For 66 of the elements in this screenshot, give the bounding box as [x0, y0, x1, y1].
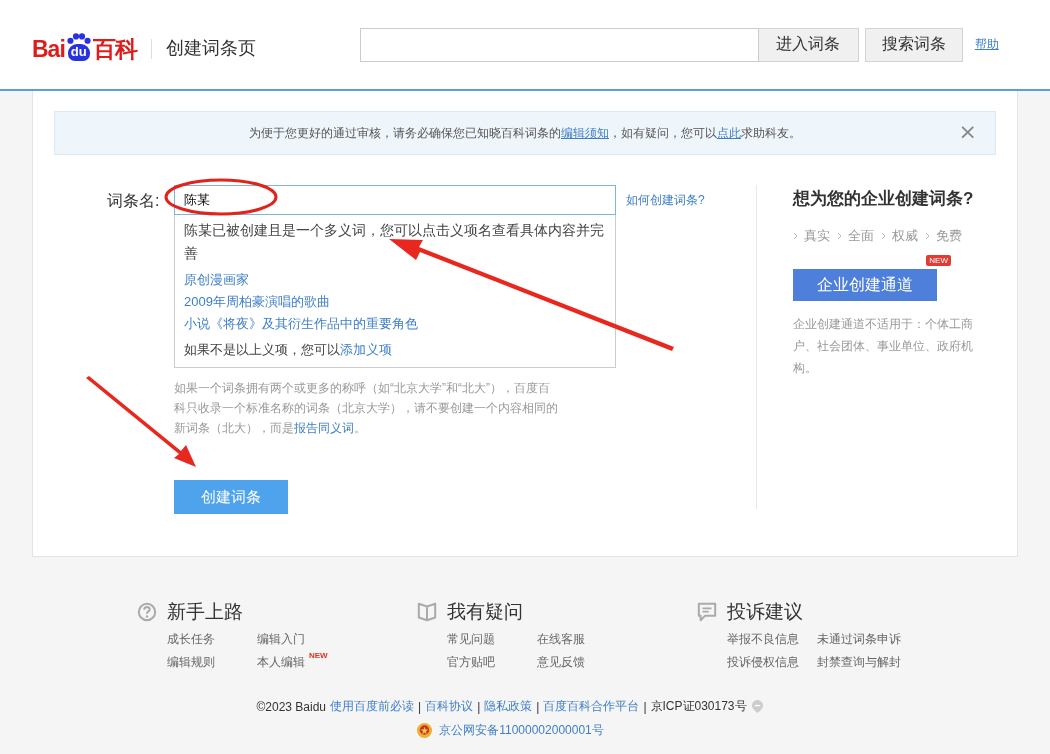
- chevron-icon: [925, 232, 930, 240]
- sense-link[interactable]: 2009年周柏豪演唱的歌曲: [184, 291, 605, 313]
- search-entry-button[interactable]: 搜索词条: [864, 27, 963, 62]
- footer-link[interactable]: 本人编辑: [257, 654, 305, 671]
- help-link[interactable]: 帮助: [974, 36, 999, 53]
- legal-text: 京ICP证030173号: [650, 698, 747, 715]
- feature-label: 真实: [804, 227, 830, 245]
- synonym-link[interactable]: 报告同义词: [294, 421, 354, 435]
- chevron-icon: [881, 232, 886, 240]
- enterprise-note: 企业创建通道不适用于：个体工商户、社会团体、事业单位、政府机构。: [793, 316, 974, 377]
- chat-icon: [697, 602, 717, 622]
- legal-link[interactable]: 百科协议: [425, 698, 474, 715]
- add-sense-text: 如果不是以上义项，您可以添加义项: [184, 341, 393, 359]
- create-entry-button[interactable]: 创建词条: [174, 480, 288, 514]
- separator-text: |: [418, 699, 422, 714]
- polysemy-message: 陈某已被创建且是一个多义词，您可以点击义项名查看具体内容并完善: [184, 221, 605, 263]
- entry-name-field[interactable]: 陈某: [174, 185, 616, 215]
- footer-link[interactable]: 未通过词条申诉: [817, 631, 901, 648]
- feature-label: 全面: [848, 227, 874, 245]
- new-label: NEW: [309, 651, 328, 660]
- enterprise-title: 想为您的企业创建词条?: [793, 188, 975, 210]
- separator-text: |: [536, 699, 540, 714]
- footer-link[interactable]: 常见问题: [447, 631, 495, 648]
- close-button[interactable]: ×: [958, 120, 977, 144]
- footer-link[interactable]: 举报不良信息: [727, 631, 799, 648]
- legal-link[interactable]: 使用百度前必读: [330, 698, 414, 715]
- separator-text: |: [477, 699, 481, 714]
- footer-link[interactable]: 官方贴吧: [447, 654, 495, 671]
- baike-logo[interactable]: Bai du 百科: [32, 32, 137, 61]
- footer-link[interactable]: 在线客服: [537, 631, 585, 648]
- legal-link[interactable]: 百度百科合作平台: [543, 698, 640, 715]
- legal-text: ©2023 Baidu: [256, 699, 326, 714]
- emblem-icon: [416, 722, 434, 739]
- search-field[interactable]: [359, 27, 759, 62]
- enterprise-channel-button[interactable]: 企业创建通道: [793, 269, 937, 301]
- sense-link[interactable]: 小说《将夜》及其衍生作品中的重要角色: [184, 313, 605, 335]
- add-sense-link[interactable]: 添加义项: [340, 342, 392, 357]
- footer-link[interactable]: 编辑规则: [167, 654, 215, 671]
- footer-column-title: 投诉建议: [727, 600, 803, 624]
- help-text: 如果一个词条拥有两个或更多的称呼（如“北京大学”和“北大”），百度百科只收录一个标准名称的词条（北京大学），请不要创建一个内容相同的新词条（北大），而是报告同义词。: [174, 380, 558, 437]
- legal-link[interactable]: 隐私政策: [484, 698, 533, 715]
- entry-name-label: 词条名:: [107, 191, 161, 211]
- notice-text: 为便于您更好的通过审核，请务必确保您已知晓百科词条的编辑须知，如有疑问，您可以点此求助科友。: [249, 124, 801, 142]
- question-icon: [137, 602, 157, 622]
- footer-link[interactable]: 意见反馈: [537, 654, 585, 671]
- book-icon: [417, 602, 437, 622]
- separator-text: |: [643, 699, 647, 714]
- feature-label: 权威: [892, 227, 918, 245]
- new-badge: NEW: [926, 255, 951, 266]
- feature-label: 免费: [936, 227, 962, 245]
- chevron-icon: [837, 232, 842, 240]
- footer-column-title: 新手上路: [167, 600, 243, 624]
- footer-link[interactable]: 封禁查询与解封: [817, 654, 901, 671]
- badge-icon: [750, 699, 764, 714]
- page-title: 创建词条页: [165, 36, 256, 60]
- chevron-icon: [793, 232, 798, 240]
- notice-link[interactable]: 编辑须知: [561, 125, 609, 140]
- police-record-link[interactable]: 京公网安备11000002000001号: [439, 722, 604, 739]
- footer-link[interactable]: 编辑入门: [257, 631, 305, 648]
- notice-link[interactable]: 点此: [717, 125, 741, 140]
- footer-column-title: 我有疑问: [447, 600, 523, 624]
- footer-link[interactable]: 成长任务: [167, 631, 215, 648]
- footer-link[interactable]: 投诉侵权信息: [727, 654, 799, 671]
- enter-entry-button[interactable]: 进入词条: [758, 27, 859, 62]
- sense-link[interactable]: 原创漫画家: [184, 269, 605, 291]
- how-to-create-link[interactable]: 如何创建词条?: [626, 192, 705, 209]
